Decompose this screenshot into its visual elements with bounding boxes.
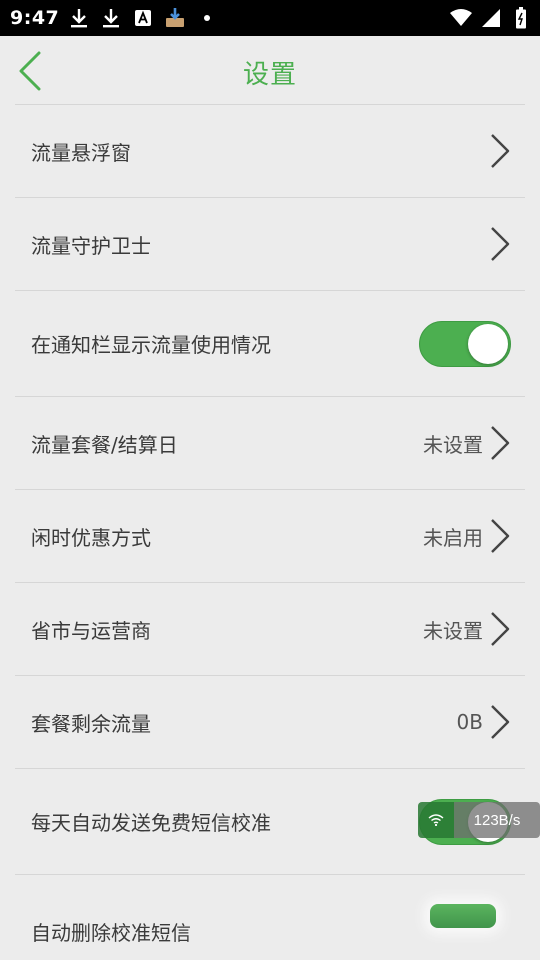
setting-data-plan[interactable]: 流量套餐/结算日 未设置 — [15, 396, 525, 489]
setting-label: 在通知栏显示流量使用情况 — [31, 333, 271, 357]
setting-value: 未设置 — [423, 432, 483, 457]
setting-region-carrier[interactable]: 省市与运营商 未设置 — [15, 582, 525, 675]
download-icon — [68, 7, 90, 29]
setting-label: 流量守护卫士 — [31, 233, 151, 258]
notification-icons — [68, 7, 218, 29]
setting-label: 省市与运营商 — [31, 618, 151, 643]
auto-delete-sms-toggle[interactable] — [430, 904, 496, 928]
chevron-right-icon — [491, 426, 510, 460]
a-letter-icon — [132, 7, 154, 29]
speed-overlay[interactable]: 123B/s — [418, 802, 540, 838]
setting-notification-bar: 在通知栏显示流量使用情况 — [15, 290, 525, 396]
setting-remaining-data[interactable]: 套餐剩余流量 0B — [15, 675, 525, 768]
chevron-right-icon — [491, 134, 510, 168]
setting-label: 自动删除校准短信 — [31, 921, 191, 945]
wifi-icon — [418, 802, 454, 838]
dot-icon — [196, 7, 218, 29]
setting-traffic-guard[interactable]: 流量守护卫士 — [15, 197, 525, 290]
toggle-knob — [468, 323, 508, 364]
battery-icon — [510, 7, 532, 29]
setting-value: 未设置 — [423, 618, 483, 643]
setting-label: 每天自动发送免费短信校准 — [31, 811, 271, 835]
speed-text: 123B/s — [454, 802, 540, 838]
system-icons — [450, 7, 532, 29]
installer-icon — [164, 7, 186, 29]
status-time: 9:47 — [10, 7, 60, 29]
page-title: 设置 — [242, 60, 297, 90]
status-bar: 9:47 — [0, 0, 540, 36]
setting-label: 流量套餐/结算日 — [31, 432, 178, 457]
chevron-right-icon — [491, 519, 510, 553]
setting-idle-discount[interactable]: 闲时优惠方式 未启用 — [15, 489, 525, 582]
setting-floating-window[interactable]: 流量悬浮窗 — [15, 104, 525, 197]
notification-bar-toggle[interactable] — [419, 320, 511, 367]
chevron-right-icon — [491, 705, 510, 739]
chevron-right-icon — [491, 227, 510, 261]
app-header: 设置 — [0, 36, 540, 104]
setting-label: 套餐剩余流量 — [31, 711, 151, 736]
download-icon — [100, 7, 122, 29]
wifi-icon — [450, 7, 472, 29]
setting-label: 流量悬浮窗 — [31, 140, 131, 165]
setting-label: 闲时优惠方式 — [31, 525, 151, 550]
setting-value: 未启用 — [423, 525, 483, 550]
setting-value: 0B — [456, 710, 483, 734]
signal-icon — [480, 7, 502, 29]
chevron-right-icon — [491, 612, 510, 646]
